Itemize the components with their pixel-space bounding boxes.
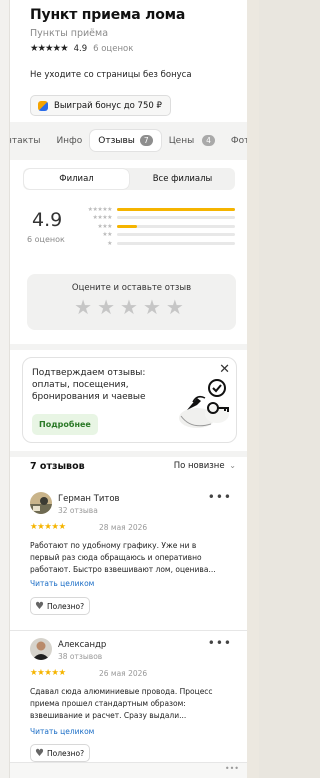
tab-info[interactable]: Инфо [48, 131, 90, 151]
distribution-bar [117, 241, 235, 245]
place-title: Пункт приема лома [30, 7, 186, 23]
distribution-stars: ★ [107, 239, 112, 247]
tab-reviews-badge: 7 [139, 135, 153, 146]
rating-distribution: ★★★★★ ★★★★ ★★★ ★★ ★ [75, 205, 235, 248]
tab-reviews-label: Отзывы [98, 135, 135, 146]
panel-content: Пункт приема лома Пункты приёма ★★★★★ 4.… [10, 0, 247, 778]
promo-text: Подтверждаем отзывы: оплаты, посещения, … [32, 368, 146, 402]
panel-left-edge [0, 0, 10, 778]
place-panel: Пункт приема лома Пункты приёма ★★★★★ 4.… [0, 0, 247, 778]
useful-button[interactable]: ♥ Полезно? [30, 744, 91, 762]
tabs: нтакты Инфо Отзывы 7 Цены 4 Фот [10, 130, 247, 151]
distribution-stars: ★★★★★ [87, 205, 113, 213]
bonus-text: Не уходите со страницы без бонуса [30, 70, 192, 80]
reviews-title: 7 отзывов [30, 461, 85, 472]
review-stars: ★★★★★ [30, 522, 66, 532]
distribution-row: ★★★ [75, 222, 235, 231]
chevron-down-icon: ⌄ [229, 461, 236, 470]
promo-illustration-icon [179, 379, 229, 428]
tabs-bar: нтакты Инфо Отзывы 7 Цены 4 Фот [10, 122, 247, 160]
section-divider [10, 451, 247, 457]
more-options-icon[interactable]: ••• [208, 636, 232, 650]
promo-card: Подтверждаем отзывы: оплаты, посещения, … [22, 357, 237, 443]
bonus-button[interactable]: Выиграй бонус до 750 ₽ [30, 95, 171, 116]
promo-details-button[interactable]: Подробнее [32, 414, 98, 435]
rate-card-label: Оцените и оставьте отзыв [71, 283, 192, 293]
distribution-bar [117, 216, 235, 220]
distribution-stars: ★★★★ [92, 214, 112, 222]
reviewer-review-count: 38 отзывов [58, 652, 103, 661]
bonus-icon [38, 100, 48, 111]
reviewer-name[interactable]: Герман Титов [58, 494, 120, 504]
tab-contacts-label: нтакты [10, 135, 41, 146]
rate-stars-input[interactable]: ★★★★★ [27, 295, 236, 319]
avatar[interactable] [30, 492, 52, 514]
read-more-link[interactable]: Читать целиком [30, 727, 94, 736]
reviewer-name[interactable]: Александр [58, 640, 106, 650]
sort-dropdown[interactable]: По новизне ⌄ [174, 461, 236, 472]
bottom-bar: ••• [10, 762, 247, 778]
summary-rating: 4.9 [32, 209, 63, 231]
distribution-row: ★★★★ [75, 214, 235, 223]
sort-label: По новизне [173, 461, 225, 471]
ratings-count: 6 оценок [93, 43, 134, 54]
useful-label: Полезно? [46, 748, 85, 758]
more-icon[interactable]: ••• [225, 764, 239, 773]
distribution-row: ★ [75, 239, 235, 248]
tab-photos[interactable]: Фот [223, 131, 247, 151]
avatar-photo-icon [30, 638, 52, 660]
summary-count: 6 оценок [27, 235, 65, 244]
tab-prices[interactable]: Цены 4 [161, 130, 223, 151]
avatar-photo-icon [30, 492, 52, 514]
distribution-bar [117, 207, 235, 211]
useful-button[interactable]: ♥ Полезно? [30, 597, 91, 615]
review-text: Работают по удобному графику. Уже ни в п… [30, 541, 216, 574]
rating-stars: ★★★★★ [30, 43, 69, 54]
heart-icon: ♥ [35, 600, 44, 612]
tab-photos-label: Фот [230, 135, 247, 146]
rating-value: 4.9 [73, 43, 88, 54]
distribution-bar [117, 224, 235, 228]
distribution-stars: ★★★ [97, 222, 112, 230]
review-item: Александр 38 отзывов ••• ★★★★★ 26 мая 20… [28, 636, 236, 762]
branch-filter: Филиал Все филиалы [23, 168, 235, 190]
rating-summary: 4.9 6 оценок ★★★★★ ★★★★ ★★★ ★★ ★ [23, 205, 235, 255]
section-divider [10, 344, 247, 350]
tab-prices-label: Цены [168, 136, 195, 146]
map-background [247, 0, 259, 778]
rate-card: Оцените и оставьте отзыв ★★★★★ [27, 274, 236, 330]
reviews-header: 7 отзывов По новизне ⌄ [30, 461, 236, 472]
more-options-icon[interactable]: ••• [208, 490, 232, 504]
place-rating-row[interactable]: ★★★★★ 4.9 6 оценок [30, 43, 247, 54]
useful-label: Полезно? [46, 601, 85, 611]
review-date: 26 мая 2026 [99, 669, 148, 678]
heart-icon: ♥ [35, 747, 44, 759]
close-icon[interactable]: ✕ [219, 362, 230, 377]
tab-info-label: Инфо [56, 135, 83, 146]
tab-reviews[interactable]: Отзывы 7 [90, 130, 161, 151]
review-text: Сдавал сюда алюминиевые провода. Процесс… [30, 687, 213, 720]
bonus-button-label: Выиграй бонус до 750 ₽ [54, 100, 162, 111]
filter-branch[interactable]: Филиал [24, 169, 129, 189]
filter-all-branches[interactable]: Все филиалы [130, 168, 235, 190]
tab-prices-badge: 4 [202, 135, 215, 146]
review-stars: ★★★★★ [30, 668, 66, 678]
review-item: Герман Титов 32 отзыва ••• ★★★★★ 28 мая … [28, 490, 236, 622]
review-date: 28 мая 2026 [99, 523, 148, 532]
distribution-row: ★★ [75, 231, 235, 240]
place-category[interactable]: Пункты приёма [30, 28, 247, 39]
reviewer-review-count: 32 отзыва [58, 506, 98, 515]
distribution-bar-fill [117, 207, 235, 211]
distribution-stars: ★★ [102, 231, 112, 239]
distribution-bar-fill [117, 224, 138, 228]
review-divider [10, 630, 247, 631]
read-more-link[interactable]: Читать целиком [30, 579, 94, 588]
tab-contacts[interactable]: нтакты [10, 131, 48, 151]
distribution-bar [117, 233, 235, 237]
avatar[interactable] [30, 638, 52, 660]
place-header: Пункт приема лома Пункты приёма ★★★★★ 4.… [10, 0, 247, 54]
distribution-row: ★★★★★ [75, 205, 235, 214]
